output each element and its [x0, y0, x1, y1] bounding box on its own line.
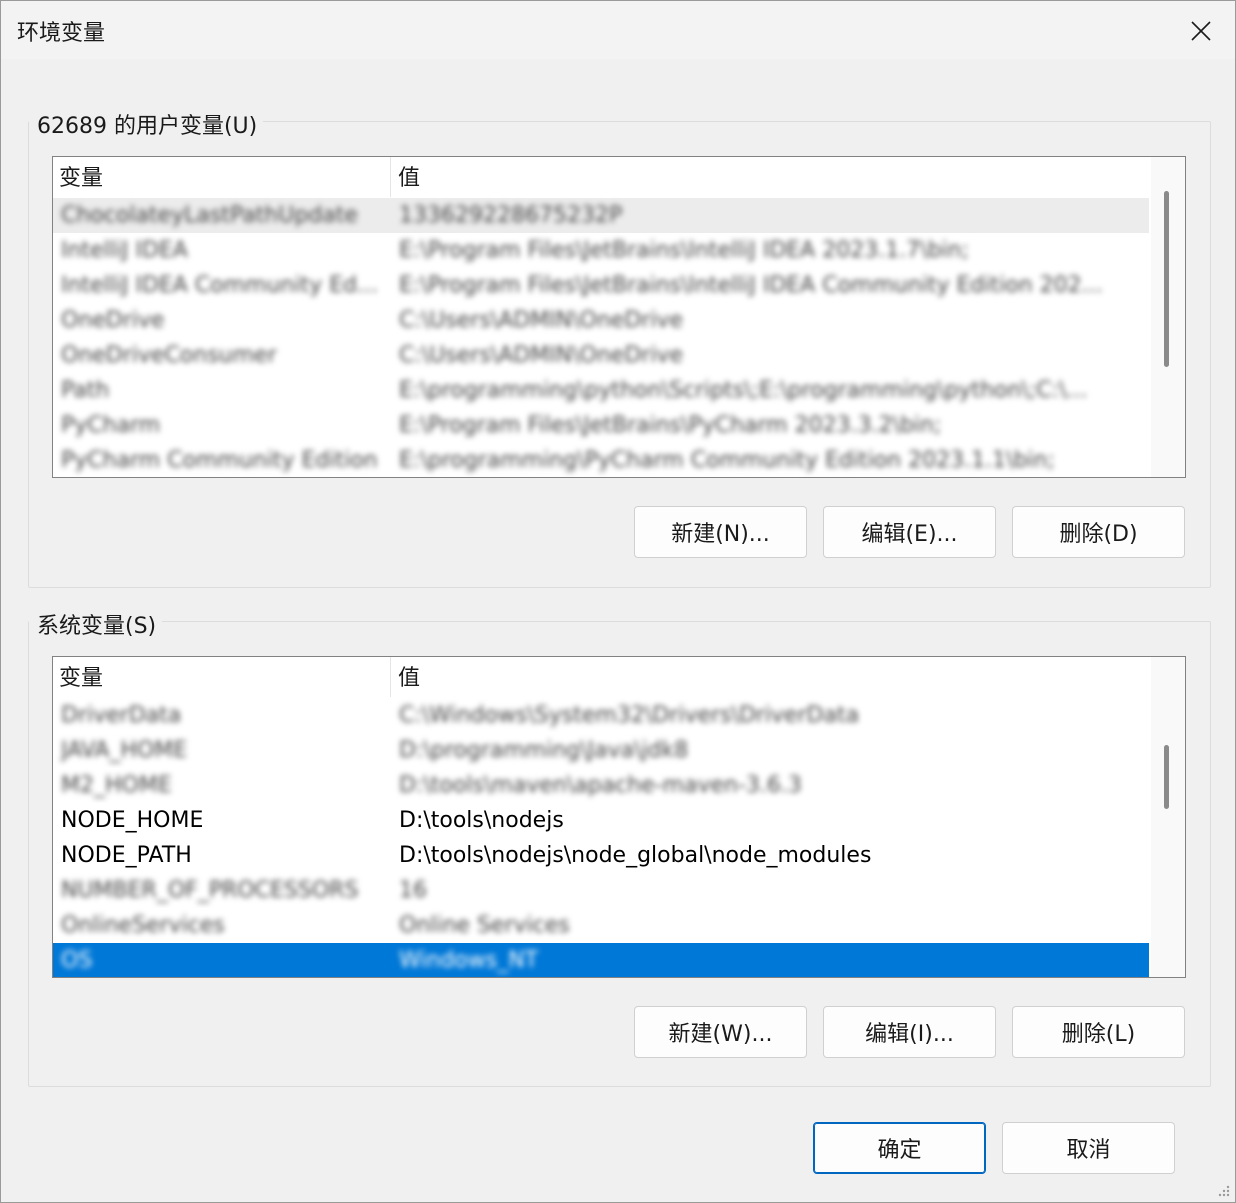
dialog-title: 环境变量	[17, 21, 106, 46]
list-row[interactable]: ChocolateyLastPathUpdate 133629228675232P	[53, 198, 1149, 233]
variable-name: OS	[61, 948, 93, 973]
list-row[interactable]: Path E:\programming\python\Scripts\;E:\pr…	[53, 373, 1149, 408]
variable-value: 133629228675232P	[399, 203, 623, 228]
list-row[interactable]: OneDriveConsumer C:\Users\ADMIN\OneDrive	[53, 338, 1149, 373]
variable-value: D:\tools\nodejs\node_global\node_modules	[399, 843, 872, 868]
close-icon	[1191, 21, 1211, 41]
user-variables-label: 62689 的用户变量(U)	[29, 108, 264, 140]
vertical-scrollbar[interactable]	[1151, 157, 1185, 477]
variable-name: NUMBER_OF_PROCESSORS	[61, 878, 359, 903]
ok-button[interactable]: 确定	[813, 1122, 986, 1174]
user-variables-list[interactable]: 变量 值 ChocolateyLastPathUpdate 13362922867…	[52, 156, 1186, 478]
list-row[interactable]: PyCharm Community Edition E:\programming\…	[53, 443, 1149, 477]
variable-name: IntelliJ IDEA Community Ed...	[61, 273, 378, 298]
list-row[interactable]: OneDrive C:\Users\ADMIN\OneDrive	[53, 303, 1149, 338]
scrollbar-thumb[interactable]	[1164, 191, 1169, 367]
variable-name: OneDrive	[61, 308, 165, 333]
variable-name: M2_HOME	[61, 773, 172, 798]
system-new-button[interactable]: 新建(W)...	[634, 1006, 807, 1058]
list-header: 变量 值	[53, 657, 1149, 697]
close-button[interactable]	[1171, 9, 1231, 53]
list-row[interactable]: NODE_HOME D:\tools\nodejs	[53, 803, 1149, 838]
variable-value: E:\Program Files\JetBrains\IntelliJ IDEA…	[399, 273, 1103, 298]
variable-value: E:\programming\PyCharm Community Edition…	[399, 448, 1055, 473]
column-header-value[interactable]: 值	[392, 157, 1149, 197]
variable-name: PyCharm	[61, 413, 161, 438]
column-header-variable[interactable]: 变量	[53, 657, 391, 697]
list-row[interactable]: IntelliJ IDEA E:\Program Files\JetBrains\…	[53, 233, 1149, 268]
system-variables-rows: DriverData C:\Windows\System32\Drivers\Dr…	[53, 698, 1149, 977]
variable-value: Windows_NT	[399, 948, 539, 973]
list-row[interactable]: DriverData C:\Windows\System32\Drivers\Dr…	[53, 698, 1149, 733]
variable-name: NODE_HOME	[61, 808, 204, 833]
vertical-scrollbar[interactable]	[1151, 657, 1185, 977]
variable-value: C:\Windows\System32\Drivers\DriverData	[399, 703, 860, 728]
variable-value: E:\Program Files\JetBrains\IntelliJ IDEA…	[399, 238, 970, 263]
variable-value: E:\Program Files\JetBrains\PyCharm 2023.…	[399, 413, 942, 438]
variable-value: D:\tools\nodejs	[399, 808, 564, 833]
variable-value: E:\programming\python\Scripts\;E:\progra…	[399, 378, 1088, 403]
list-row[interactable]: OS Windows_NT	[53, 943, 1149, 977]
variable-name: OnlineServices	[61, 913, 225, 938]
variable-name: DriverData	[61, 703, 182, 728]
variable-name: IntelliJ IDEA	[61, 238, 188, 263]
resize-grip-icon[interactable]	[1215, 1182, 1231, 1198]
variable-name: PyCharm Community Edition	[61, 448, 378, 473]
variable-value: Online Services	[399, 913, 570, 938]
environment-variables-dialog: 环境变量 62689 的用户变量(U) 变量 值 ChocolateyLastP…	[0, 0, 1236, 1203]
list-row[interactable]: OnlineServices Online Services	[53, 908, 1149, 943]
user-new-button[interactable]: 新建(N)...	[634, 506, 807, 558]
list-row[interactable]: M2_HOME D:\tools\maven\apache-maven-3.6.3	[53, 768, 1149, 803]
system-delete-button[interactable]: 删除(L)	[1012, 1006, 1185, 1058]
variable-name: ChocolateyLastPathUpdate	[61, 203, 358, 228]
variable-value: C:\Users\ADMIN\OneDrive	[399, 308, 683, 333]
system-edit-button[interactable]: 编辑(I)...	[823, 1006, 996, 1058]
user-delete-button[interactable]: 删除(D)	[1012, 506, 1185, 558]
variable-name: OneDriveConsumer	[61, 343, 277, 368]
list-row[interactable]: IntelliJ IDEA Community Ed... E:\Program …	[53, 268, 1149, 303]
scrollbar-thumb[interactable]	[1164, 745, 1169, 809]
list-row[interactable]: PyCharm E:\Program Files\JetBrains\PyChar…	[53, 408, 1149, 443]
list-row[interactable]: JAVA_HOME D:\programming\Java\jdk8	[53, 733, 1149, 768]
variable-value: C:\Users\ADMIN\OneDrive	[399, 343, 683, 368]
variable-value: D:\tools\maven\apache-maven-3.6.3	[399, 773, 802, 798]
column-header-value[interactable]: 值	[392, 657, 1149, 697]
list-row[interactable]: NODE_PATH D:\tools\nodejs\node_global\nod…	[53, 838, 1149, 873]
list-row[interactable]: NUMBER_OF_PROCESSORS 16	[53, 873, 1149, 908]
system-variables-list[interactable]: 变量 值 DriverData C:\Windows\System32\Drive…	[52, 656, 1186, 978]
system-variables-label: 系统变量(S)	[29, 608, 163, 640]
variable-value: D:\programming\Java\jdk8	[399, 738, 689, 763]
column-header-variable[interactable]: 变量	[53, 157, 391, 197]
variable-name: NODE_PATH	[61, 843, 192, 868]
variable-name: JAVA_HOME	[61, 738, 188, 763]
variable-value: 16	[399, 878, 427, 903]
cancel-button[interactable]: 取消	[1002, 1122, 1175, 1174]
user-variables-rows: ChocolateyLastPathUpdate 133629228675232P…	[53, 198, 1149, 477]
title-bar: 环境变量	[1, 1, 1235, 59]
variable-name: Path	[61, 378, 110, 403]
user-edit-button[interactable]: 编辑(E)...	[823, 506, 996, 558]
list-header: 变量 值	[53, 157, 1149, 197]
